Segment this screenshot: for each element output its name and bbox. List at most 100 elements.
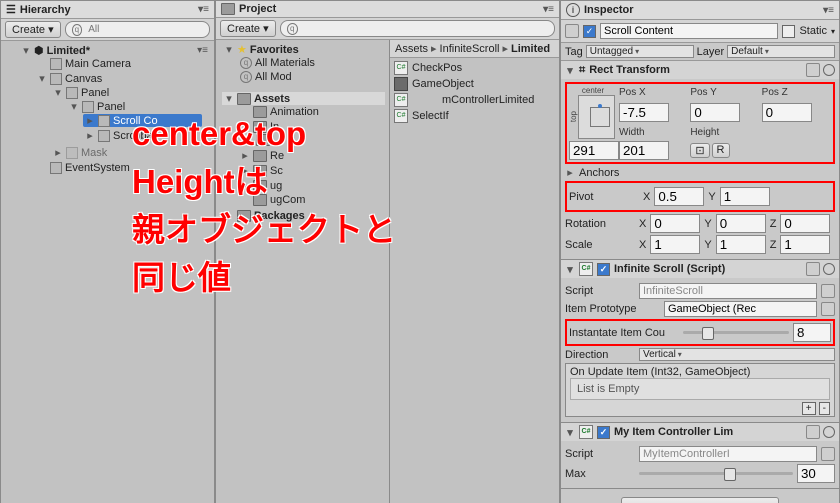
hierarchy-item-mask[interactable]: Mask	[81, 147, 107, 159]
folder-animation[interactable]: Animation	[270, 106, 319, 118]
object-picker-icon[interactable]	[821, 302, 835, 316]
asset-checkpos[interactable]: CheckPos	[412, 62, 462, 74]
posz-input[interactable]	[762, 103, 812, 122]
foldout-icon[interactable]: ▾	[565, 64, 575, 77]
asset-selectif[interactable]: SelectIf	[412, 110, 449, 122]
crumb-infinitescroll[interactable]: InfiniteScroll	[440, 42, 508, 55]
hierarchy-item-scrollbar[interactable]: Scrollbar	[113, 130, 156, 142]
fav-all-models[interactable]: All Mod	[255, 71, 292, 83]
pane-options-icon[interactable]: ▾≡	[198, 4, 209, 15]
crumb-limited[interactable]: Limited	[511, 43, 550, 55]
object-picker-icon[interactable]	[821, 447, 835, 461]
posy-input[interactable]	[690, 103, 740, 122]
fav-all-materials[interactable]: All Materials	[255, 57, 315, 69]
gear-icon[interactable]	[823, 64, 835, 76]
folder-item[interactable]: Re	[270, 150, 284, 162]
hierarchy-item-main-camera[interactable]: Main Camera	[65, 58, 131, 70]
help-icon[interactable]	[806, 425, 820, 439]
layer-dropdown[interactable]: Default	[727, 45, 835, 58]
script-label: Script	[565, 285, 635, 297]
asset-controller[interactable]: mControllerLimited	[442, 94, 534, 106]
folder-item[interactable]: ugCom	[270, 194, 305, 206]
gameobject-icon	[66, 87, 78, 99]
hierarchy-item-canvas[interactable]: Canvas	[65, 73, 102, 85]
rot-z-input[interactable]	[780, 214, 830, 233]
folder-item[interactable]: Sc	[270, 165, 283, 177]
height-input[interactable]	[619, 141, 669, 160]
inspector-tab[interactable]: i Inspector ▾≡	[561, 1, 839, 20]
scene-root[interactable]: Limited*	[47, 45, 90, 57]
gear-icon[interactable]	[823, 426, 835, 438]
instantiate-count-input[interactable]	[793, 323, 831, 342]
pivot-y-input[interactable]	[720, 187, 770, 206]
project-tab[interactable]: Project ▾≡	[216, 1, 559, 18]
object-picker-icon[interactable]	[821, 284, 835, 298]
hierarchy-item-eventsystem[interactable]: EventSystem	[65, 162, 130, 174]
project-breadcrumb[interactable]: Assets InfiniteScroll Limited	[390, 40, 559, 58]
rot-y-input[interactable]	[716, 214, 766, 233]
hierarchy-search-input[interactable]	[86, 23, 203, 36]
search-icon: q	[287, 23, 298, 35]
active-checkbox[interactable]: ✓	[583, 25, 596, 38]
project-assets-list[interactable]: C#CheckPos GameObject C#mControllerLimit…	[390, 58, 559, 126]
pivot-x-input[interactable]	[654, 187, 704, 206]
pane-options-icon[interactable]: ▾≡	[543, 4, 554, 15]
static-checkbox[interactable]	[782, 25, 795, 38]
project-create-button[interactable]: Create ▾	[220, 20, 276, 37]
hierarchy-search[interactable]: q	[65, 21, 210, 38]
width-input[interactable]	[569, 141, 619, 160]
asset-gameobject[interactable]: GameObject	[412, 78, 474, 90]
gameobject-name-input[interactable]	[600, 23, 778, 39]
folder-item[interactable]: In	[270, 121, 279, 133]
foldout-icon[interactable]: ▾	[565, 263, 575, 276]
event-add-button[interactable]: +	[802, 402, 816, 415]
hierarchy-item-panel-inner[interactable]: Panel	[97, 101, 125, 113]
create-button[interactable]: Create ▾	[5, 21, 61, 38]
hierarchy-item-panel[interactable]: Panel	[81, 87, 109, 99]
rect-transform-header[interactable]: ▾ ⌗ Rect Transform	[561, 61, 839, 79]
folder-icon	[237, 210, 251, 222]
max-input[interactable]	[797, 464, 835, 483]
scl-z-input[interactable]	[780, 235, 830, 254]
add-component-button[interactable]: Add Component	[621, 497, 779, 503]
gear-icon[interactable]	[823, 263, 835, 275]
anchors-foldout[interactable]: ▸	[565, 166, 575, 179]
project-folder-tree[interactable]: ▾★Favorites qAll Materials qAll Mod ▾Ass…	[216, 40, 390, 503]
scl-x-input[interactable]	[650, 235, 700, 254]
scl-y-input[interactable]	[716, 235, 766, 254]
rot-x-input[interactable]	[650, 214, 700, 233]
posx-input[interactable]	[619, 103, 669, 122]
hierarchy-item-scroll-content[interactable]: Scroll Co	[113, 115, 158, 127]
inspector-title: Inspector	[584, 4, 634, 16]
pane-options-icon[interactable]: ▾≡	[823, 5, 834, 16]
gameobject-thumb-icon[interactable]	[565, 24, 579, 38]
item-prototype-field[interactable]	[664, 301, 817, 317]
help-icon[interactable]	[806, 63, 820, 77]
blueprint-button[interactable]: ⊡	[690, 143, 709, 158]
max-slider[interactable]	[639, 472, 793, 475]
help-icon[interactable]	[806, 262, 820, 276]
infinite-scroll-header[interactable]: ▾ C# ✓ Infinite Scroll (Script)	[561, 260, 839, 278]
anchor-preset-button[interactable]	[578, 95, 615, 139]
raw-edit-button[interactable]: R	[712, 143, 730, 158]
project-favorites[interactable]: Favorites	[250, 44, 299, 56]
project-assets[interactable]: Assets	[254, 93, 290, 105]
instantiate-count-slider[interactable]	[683, 331, 789, 334]
direction-dropdown[interactable]: Vertical	[639, 348, 835, 361]
project-packages[interactable]: Packages	[254, 210, 305, 222]
crumb-assets[interactable]: Assets	[395, 42, 437, 55]
component-enabled-checkbox[interactable]: ✓	[597, 426, 610, 439]
anchor-col-label: center	[569, 86, 617, 95]
event-remove-button[interactable]: -	[819, 402, 830, 415]
hierarchy-tab[interactable]: ☰ Hierarchy ▾≡	[1, 1, 214, 19]
hierarchy-tree[interactable]: ▾⬢ Limited* ▾≡ Main Camera ▾Canvas ▾Pane…	[1, 41, 214, 503]
item-controller-header[interactable]: ▾ C# ✓ My Item Controller Lim	[561, 423, 839, 441]
component-enabled-checkbox[interactable]: ✓	[597, 263, 610, 276]
project-search-input[interactable]	[302, 22, 548, 35]
project-search[interactable]: q	[280, 20, 555, 37]
script-field	[639, 446, 817, 462]
folder-sub[interactable]: …	[273, 134, 284, 146]
folder-item[interactable]: ug	[270, 180, 282, 192]
foldout-icon[interactable]: ▾	[565, 426, 575, 439]
tag-dropdown[interactable]: Untagged	[586, 45, 694, 58]
